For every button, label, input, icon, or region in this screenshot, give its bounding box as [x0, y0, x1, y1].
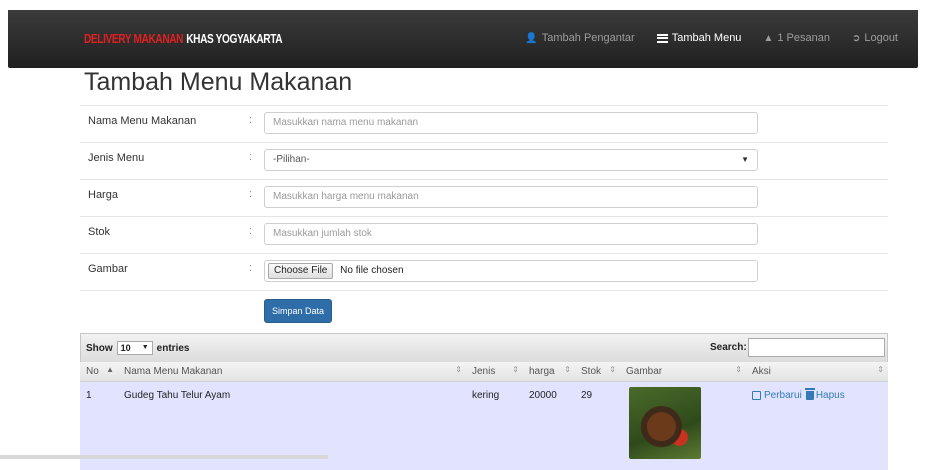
field-label: Stok: [88, 226, 110, 238]
entries-label: entries: [157, 343, 190, 354]
entries-value: 10: [121, 343, 131, 353]
form-row-jenis: Jenis Menu : -Pilihan- ▼: [80, 142, 888, 179]
gambar-file-input: Choose File No file chosen: [264, 260, 758, 282]
nav-tambah-pengantar-label: Tambah Pengantar: [542, 32, 635, 44]
nav-links: 👤 Tambah Pengantar Tambah Menu ▲ 1 Pesan…: [503, 32, 898, 44]
col-header-label: No: [86, 366, 99, 377]
col-header-aksi[interactable]: Aksi ⇕: [746, 362, 888, 382]
col-header-no[interactable]: No ▲: [80, 362, 118, 382]
sort-icon: ⇕: [564, 365, 571, 374]
jenis-menu-value: -Pilihan-: [273, 154, 310, 165]
col-header-label: Aksi: [752, 366, 771, 377]
col-header-label: Nama Menu Makanan: [124, 366, 222, 377]
label-separator: :: [249, 151, 252, 163]
show-label: Show: [86, 343, 113, 354]
brand-logo[interactable]: DELIVERY MAKANANKHAS YOGYAKARTA: [84, 31, 282, 47]
cell-aksi: Perbarui Hapus: [746, 382, 888, 470]
search-label: Search:: [710, 342, 747, 353]
menu-form: Nama Menu Makanan : Masukkan nama menu m…: [80, 105, 888, 331]
nav-tambah-menu-label: Tambah Menu: [672, 32, 742, 44]
nav-tambah-pengantar[interactable]: 👤 Tambah Pengantar: [525, 32, 634, 44]
col-header-label: harga: [529, 366, 555, 377]
col-header-jenis[interactable]: Jenis ⇕: [466, 362, 523, 382]
sort-icon: ⇕: [609, 365, 616, 374]
choose-file-button[interactable]: Choose File: [268, 263, 333, 279]
datatable-toolbar: Show 10 ▼ entries Search:: [80, 333, 888, 362]
col-header-label: Stok: [581, 366, 601, 377]
col-header-label: Gambar: [626, 366, 662, 377]
col-header-label: Jenis: [472, 366, 495, 377]
brand-white-text: KHAS YOGYAKARTA: [186, 31, 282, 46]
harga-input[interactable]: Masukkan harga menu makanan: [264, 186, 758, 208]
search-input[interactable]: [748, 338, 885, 357]
bell-icon: ▲: [763, 33, 773, 44]
user-icon: 👤: [525, 33, 537, 44]
form-actions: Simpan Data: [80, 290, 888, 331]
page-title: Tambah Menu Makanan: [84, 68, 352, 97]
trash-icon: [806, 391, 814, 400]
menu-table: No ▲ Nama Menu Makanan ⇕ Jenis ⇕ harga ⇕ Sto…: [80, 362, 888, 470]
list-icon: [657, 34, 668, 43]
sort-icon: ⇕: [512, 365, 519, 374]
top-strip: [0, 0, 926, 10]
label-separator: :: [249, 188, 252, 200]
edit-icon: [752, 391, 761, 400]
simpan-data-button[interactable]: Simpan Data: [264, 299, 332, 323]
label-separator: :: [249, 114, 252, 126]
form-row-nama: Nama Menu Makanan : Masukkan nama menu m…: [80, 105, 888, 142]
menu-datatable: Show 10 ▼ entries Search: No ▲ Nama Menu M…: [80, 333, 888, 470]
navbar: DELIVERY MAKANANKHAS YOGYAKARTA 👤 Tambah…: [8, 10, 918, 68]
label-separator: :: [249, 225, 252, 237]
col-header-gambar[interactable]: Gambar ⇕: [620, 362, 746, 382]
stok-input[interactable]: Masukkan jumlah stok: [264, 223, 758, 245]
cell-gambar: [620, 382, 746, 470]
nama-menu-input[interactable]: Masukkan nama menu makanan: [264, 112, 758, 134]
row-actions: Perbarui Hapus: [752, 390, 882, 401]
perbarui-link[interactable]: Perbarui: [764, 390, 802, 401]
field-label: Jenis Menu: [88, 152, 144, 164]
horizontal-scrollbar[interactable]: [0, 455, 328, 459]
chevron-down-icon: ▼: [142, 342, 149, 354]
col-header-harga[interactable]: harga ⇕: [523, 362, 575, 382]
entries-select[interactable]: 10 ▼: [117, 341, 153, 355]
nav-tambah-menu[interactable]: Tambah Menu: [657, 32, 742, 44]
field-label: Nama Menu Makanan: [88, 115, 196, 127]
form-row-stok: Stok : Masukkan jumlah stok: [80, 216, 888, 253]
sort-icon: ⇕: [735, 365, 742, 374]
label-separator: :: [249, 262, 252, 274]
food-thumbnail: [629, 387, 701, 459]
nav-logout-label: Logout: [864, 32, 898, 44]
logout-icon: ➲: [852, 33, 860, 44]
nav-pesanan-label: 1 Pesanan: [777, 32, 830, 44]
jenis-menu-select[interactable]: -Pilihan- ▼: [264, 149, 758, 171]
field-label: Harga: [88, 189, 118, 201]
hapus-link[interactable]: Hapus: [816, 390, 845, 401]
table-header-row: No ▲ Nama Menu Makanan ⇕ Jenis ⇕ harga ⇕ Sto…: [80, 362, 888, 382]
sort-icon: ⇕: [455, 365, 462, 374]
nav-pesanan[interactable]: ▲ 1 Pesanan: [763, 32, 830, 44]
entries-length: Show 10 ▼ entries: [86, 341, 189, 355]
chevron-down-icon: ▼: [741, 150, 749, 170]
cell-harga: 20000: [523, 382, 575, 470]
nav-logout[interactable]: ➲ Logout: [852, 32, 898, 44]
sort-icon: ⇕: [877, 365, 884, 374]
file-status: No file chosen: [340, 265, 403, 276]
cell-jenis: kering: [466, 382, 523, 470]
brand-red-text: DELIVERY MAKANAN: [84, 31, 183, 46]
form-row-gambar: Gambar : Choose File No file chosen: [80, 253, 888, 290]
col-header-nama[interactable]: Nama Menu Makanan ⇕: [118, 362, 466, 382]
sort-asc-icon: ▲: [106, 365, 114, 374]
cell-stok: 29: [575, 382, 620, 470]
field-label: Gambar: [88, 263, 128, 275]
col-header-stok[interactable]: Stok ⇕: [575, 362, 620, 382]
form-row-harga: Harga : Masukkan harga menu makanan: [80, 179, 888, 216]
